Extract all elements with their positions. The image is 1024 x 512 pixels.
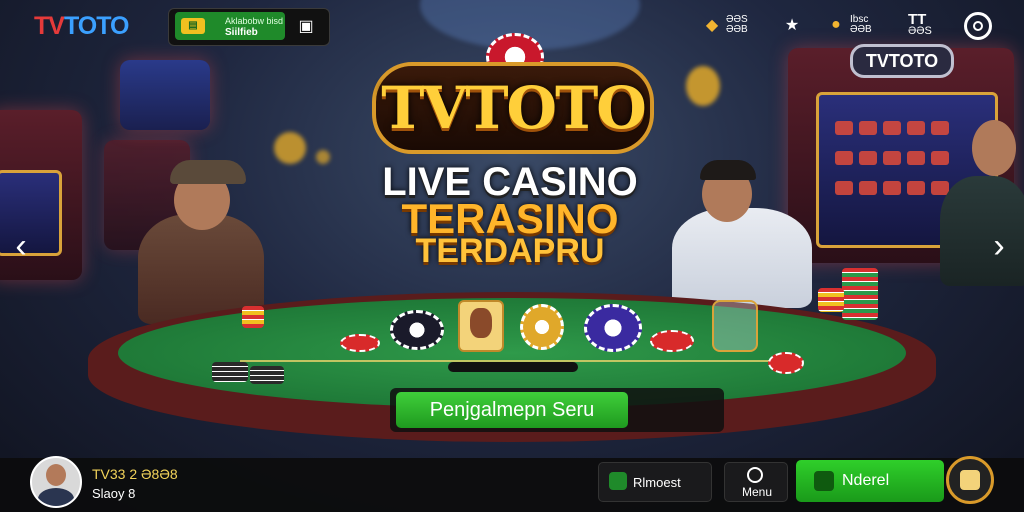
poker-chip — [768, 352, 804, 374]
rewards-button[interactable]: Rlmoest — [598, 462, 712, 502]
card-display — [458, 300, 504, 352]
rewards-label: Rlmoest — [633, 475, 681, 490]
casino-banner: TVTOTO TVTOTO LIVE CASINO TERASINO TERDA… — [0, 0, 1024, 512]
logo-text-toto: TOTO — [63, 12, 130, 40]
hero-logo: TVTOTO — [372, 62, 654, 154]
reel-symbol — [907, 121, 925, 135]
reel-symbol — [859, 181, 877, 195]
tv-badge-icon: ▤ — [181, 18, 205, 34]
chip-stack — [242, 306, 264, 328]
chip-stack — [250, 366, 284, 384]
reel-symbol — [859, 151, 877, 165]
t-menu-item[interactable]: TT ƏƏS — [908, 12, 932, 38]
coins-menu-item[interactable]: ◆ ƏƏS ƏƏB — [702, 12, 748, 38]
reel-symbol — [883, 151, 901, 165]
search-icon — [747, 467, 763, 483]
gift-icon: ● — [831, 16, 841, 33]
coin-icon: ◆ — [705, 17, 719, 34]
hero-logo-text: TVTOTO — [381, 74, 647, 142]
user-name: TV33 2 Ə8Ə8 — [92, 466, 178, 482]
primary-action-label: Nderel — [842, 472, 890, 489]
avatar[interactable] — [30, 456, 82, 508]
star-icon: ★ — [784, 17, 800, 34]
gift-label: Ibsc ƏƏB — [850, 14, 872, 35]
deposit-widget[interactable]: ▤ Aklabobw bisd Siilfieb ▣ — [168, 8, 330, 46]
menu-button[interactable]: Menu — [724, 462, 788, 502]
gift-menu-item[interactable]: ● Ibsc ƏƏB — [826, 12, 872, 38]
reel-symbol — [907, 181, 925, 195]
deposit-button[interactable]: ▤ Aklabobw bisd Siilfieb — [175, 12, 285, 40]
chat-icon[interactable] — [946, 456, 994, 504]
wall-screen — [120, 60, 210, 130]
poker-chip — [584, 304, 642, 352]
wallet-icon[interactable]: ▣ — [291, 13, 321, 41]
logo-text-tv: TV — [34, 12, 65, 40]
t-icon: TT ƏƏS — [908, 10, 932, 37]
reel-symbol — [835, 181, 853, 195]
play-now-button[interactable]: Penjgalmepn Seru — [396, 392, 628, 428]
reel-symbol — [835, 151, 853, 165]
reel-symbol — [907, 151, 925, 165]
settings-gear-icon[interactable] — [964, 12, 992, 40]
shield-icon — [609, 472, 627, 490]
menu-label: Menu — [741, 485, 773, 499]
reel-symbol — [931, 151, 949, 165]
gold-coin-decor — [686, 66, 720, 106]
poker-chip — [520, 304, 564, 350]
chip-stack — [842, 268, 878, 320]
reel-symbol — [883, 181, 901, 195]
reel-symbol — [835, 121, 853, 135]
dice-cup — [712, 300, 758, 352]
hero-tagline: TERDAPRU — [415, 232, 605, 270]
top-bar: TVTOTO ▤ Aklabobw bisd Siilfieb ▣ ◆ ƏƏS Ə… — [0, 0, 1024, 52]
poker-chip — [340, 334, 380, 352]
poker-chip — [650, 330, 694, 352]
reel-symbol — [883, 121, 901, 135]
primary-action-button[interactable]: Nderel — [796, 460, 944, 502]
player-far-right-head — [972, 120, 1016, 176]
chevron-left-icon[interactable]: ‹ — [8, 228, 34, 264]
user-check-icon — [814, 471, 834, 491]
reel-symbol — [931, 121, 949, 135]
chevron-right-icon[interactable]: › — [986, 228, 1012, 264]
cap — [170, 160, 246, 184]
brand-logo[interactable]: TVTOTO — [34, 12, 130, 41]
user-level: Slaoy 8 — [92, 486, 136, 501]
table-slot — [448, 362, 578, 372]
reel-symbol — [859, 121, 877, 135]
coins-label: ƏƏS ƏƏB — [726, 14, 748, 35]
deposit-sublabel: Siilfieb — [225, 27, 258, 38]
star-menu-item[interactable]: ★ — [782, 12, 802, 38]
chip-stack — [212, 362, 248, 382]
deposit-label: Aklabobw bisd — [225, 16, 284, 26]
chip-stack — [818, 288, 844, 312]
poker-chip — [390, 310, 444, 350]
